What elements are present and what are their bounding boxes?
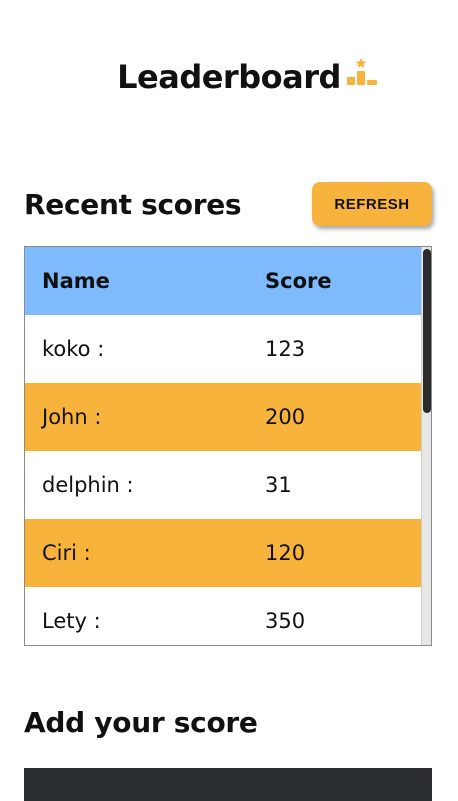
table-row: koko : 123 bbox=[25, 315, 423, 383]
scores-table-body: Name Score koko : 123 John : 200 delphin… bbox=[25, 247, 423, 645]
column-header-name: Name bbox=[42, 269, 110, 293]
leaderboard-page: Leaderboard Recent scores REFRESH Name S… bbox=[0, 0, 458, 801]
recent-scores-header: Recent scores REFRESH bbox=[24, 181, 432, 227]
table-scrollbar[interactable] bbox=[421, 247, 431, 645]
row-name: koko : bbox=[42, 337, 105, 361]
row-score: 200 bbox=[265, 405, 306, 429]
page-title-text: Leaderboard bbox=[117, 58, 341, 96]
table-row: Lety : 350 bbox=[25, 587, 423, 645]
recent-scores-title: Recent scores bbox=[24, 187, 242, 221]
table-row: delphin : 31 bbox=[25, 451, 423, 519]
row-name: delphin : bbox=[42, 473, 134, 497]
row-score: 350 bbox=[265, 609, 306, 633]
row-score: 31 bbox=[265, 473, 292, 497]
header: Leaderboard bbox=[0, 58, 458, 96]
row-score: 123 bbox=[265, 337, 306, 361]
table-row: John : 200 bbox=[25, 383, 423, 451]
row-name: John : bbox=[42, 405, 102, 429]
scrollbar-thumb[interactable] bbox=[423, 249, 431, 413]
column-header-score: Score bbox=[265, 269, 332, 293]
row-name: Lety : bbox=[42, 609, 101, 633]
refresh-button[interactable]: REFRESH bbox=[312, 182, 432, 226]
add-score-title: Add your score bbox=[24, 706, 258, 739]
podium-star-icon bbox=[346, 58, 377, 85]
row-score: 120 bbox=[265, 541, 306, 565]
add-score-form bbox=[24, 768, 432, 801]
table-row: Ciri : 120 bbox=[25, 519, 423, 587]
page-title: Leaderboard bbox=[117, 58, 377, 96]
scores-table[interactable]: Name Score koko : 123 John : 200 delphin… bbox=[24, 246, 432, 646]
table-header-row: Name Score bbox=[25, 247, 423, 315]
row-name: Ciri : bbox=[42, 541, 91, 565]
